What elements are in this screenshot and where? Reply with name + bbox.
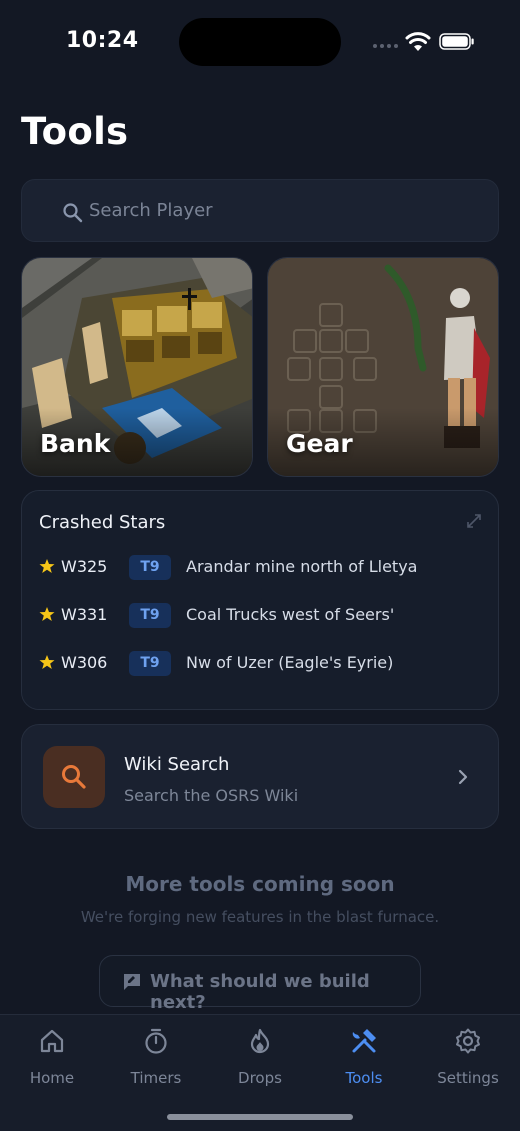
- star-row[interactable]: W331 T9 Coal Trucks west of Seers': [39, 603, 489, 629]
- coming-soon-title: More tools coming soon: [125, 872, 395, 896]
- tab-label: Timers: [130, 1069, 182, 1087]
- crashed-stars-panel[interactable]: Crashed Stars W325 T9 Arandar mine north…: [21, 490, 499, 710]
- star-icon: [39, 607, 55, 621]
- crashed-stars-title: Crashed Stars: [39, 512, 166, 533]
- tab-label: Settings: [437, 1069, 499, 1087]
- search-icon: [62, 765, 86, 789]
- list-fade: [22, 681, 498, 709]
- search-icon: [63, 203, 83, 223]
- tools-icon: [352, 1029, 376, 1053]
- wiki-search-card[interactable]: Wiki Search Search the OSRS Wiki: [21, 724, 499, 829]
- tab-label: Drops: [238, 1069, 282, 1087]
- star-icon: [39, 655, 55, 669]
- timer-icon: [145, 1028, 167, 1054]
- feedback-button[interactable]: What should we build next?: [99, 955, 421, 1013]
- flame-icon: [250, 1028, 270, 1054]
- star-row[interactable]: W325 T9 Arandar mine north of Lletya: [39, 555, 489, 581]
- tab-label: Home: [29, 1069, 75, 1087]
- gear-card[interactable]: Gear: [267, 257, 499, 477]
- home-indicator: [167, 1114, 353, 1120]
- feedback-icon: [124, 974, 140, 990]
- coming-soon-subtitle: We're forging new features in the blast …: [80, 908, 440, 926]
- star-icon: [39, 559, 55, 573]
- cellular-signal-icon: [373, 44, 398, 48]
- chevron-right-icon: [458, 769, 468, 785]
- bank-card[interactable]: Bank: [21, 257, 253, 477]
- star-world: W331: [61, 605, 108, 624]
- star-location: Arandar mine north of Lletya: [186, 557, 418, 576]
- gear-icon: [456, 1028, 480, 1054]
- star-location: Coal Trucks west of Seers': [186, 605, 395, 624]
- tab-tools[interactable]: Tools: [312, 1027, 416, 1097]
- tab-settings[interactable]: Settings: [416, 1027, 520, 1097]
- wiki-search-subtitle: Search the OSRS Wiki: [124, 786, 299, 805]
- wifi-icon: [405, 32, 431, 51]
- dynamic-island: [179, 18, 341, 66]
- wiki-search-title: Wiki Search: [124, 754, 230, 775]
- star-tier-badge: T9: [129, 555, 171, 580]
- page-title: Tools: [21, 110, 129, 153]
- gear-card-label: Gear: [286, 429, 353, 458]
- search-player-input[interactable]: [89, 180, 489, 241]
- expand-icon[interactable]: [466, 513, 482, 529]
- tab-home[interactable]: Home: [0, 1027, 104, 1097]
- star-tier-badge: T9: [129, 651, 171, 676]
- battery-icon: [439, 33, 474, 50]
- tab-label: Tools: [345, 1069, 383, 1087]
- star-tier-badge: T9: [129, 603, 171, 628]
- tab-drops[interactable]: Drops: [208, 1027, 312, 1097]
- star-row[interactable]: W306 T9 Nw of Uzer (Eagle's Eyrie): [39, 651, 489, 677]
- home-icon: [40, 1029, 64, 1053]
- star-location: Nw of Uzer (Eagle's Eyrie): [186, 653, 394, 672]
- wiki-icon-tile: [43, 746, 105, 808]
- star-world: W325: [61, 557, 108, 576]
- status-time: 10:24: [66, 28, 139, 53]
- tab-timers[interactable]: Timers: [104, 1027, 208, 1097]
- feedback-button-label: What should we build next?: [150, 971, 370, 1013]
- search-bar[interactable]: [21, 179, 499, 242]
- bank-card-label: Bank: [40, 429, 111, 458]
- status-bar: 10:24: [0, 0, 520, 84]
- star-world: W306: [61, 653, 108, 672]
